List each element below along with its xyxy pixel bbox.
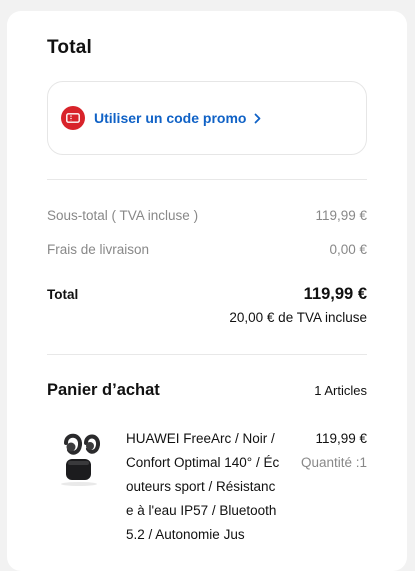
product-name[interactable]: HUAWEI FreeArc / Noir / Confort Optimal … bbox=[126, 427, 282, 547]
shipping-row: Frais de livraison 0,00 € bbox=[47, 242, 367, 257]
promo-code-button[interactable]: Utiliser un code promo bbox=[47, 81, 367, 155]
subtotal-row: Sous-total ( TVA incluse ) 119,99 € bbox=[47, 208, 367, 223]
chevron-right-icon bbox=[254, 113, 261, 124]
shipping-label: Frais de livraison bbox=[47, 242, 150, 257]
product-image[interactable] bbox=[51, 429, 109, 487]
total-label: Total bbox=[47, 287, 79, 302]
total-row: Total 119,99 € bbox=[47, 285, 367, 304]
promo-code-label: Utiliser un code promo bbox=[94, 110, 247, 126]
divider bbox=[47, 179, 367, 180]
total-value: 119,99 € bbox=[303, 285, 367, 303]
shipping-value: 0,00 € bbox=[329, 242, 367, 257]
product-price: 119,99 € bbox=[315, 431, 367, 446]
page-title: Total bbox=[47, 37, 92, 58]
divider bbox=[47, 354, 367, 355]
vat-note: 20,00 € de TVA incluse bbox=[229, 310, 367, 325]
cart-header: Panier d’achat 1 Articles bbox=[47, 381, 367, 400]
subtotal-label: Sous-total ( TVA incluse ) bbox=[47, 208, 199, 223]
cart-title: Panier d’achat bbox=[47, 381, 160, 399]
subtotal-value: 119,99 € bbox=[315, 208, 367, 223]
cart-item-count: 1 Articles bbox=[314, 383, 367, 398]
coupon-icon bbox=[61, 106, 85, 130]
product-quantity: Quantité :1 bbox=[300, 455, 367, 470]
order-summary-card: Total Utiliser un code promo Sous-total … bbox=[7, 11, 407, 571]
